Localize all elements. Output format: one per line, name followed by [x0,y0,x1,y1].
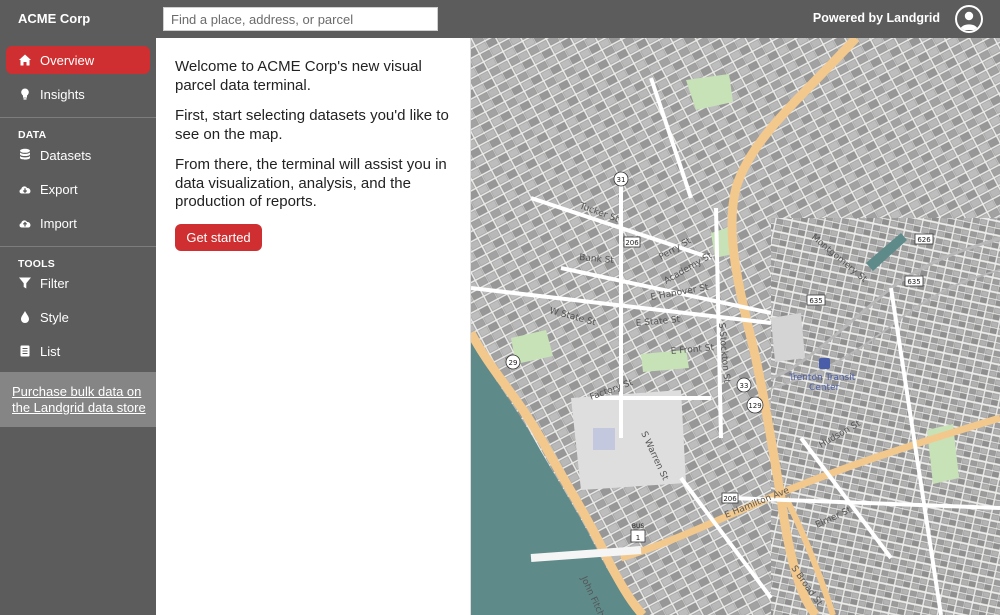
powered-by-label: Powered by Landgrid [812,11,940,25]
route-shield-label: 635 [809,297,822,305]
welcome-text: Welcome to ACME Corp's new visual parcel… [175,58,422,94]
filter-icon [18,276,32,290]
cloud-download-icon [18,182,32,196]
sidebar-divider [0,117,156,118]
sidebar-item-label: Overview [40,52,95,68]
sidebar-item-export[interactable]: Export [6,175,150,203]
droplet-icon [18,310,32,324]
sidebar-item-label: Filter [40,275,69,291]
route-shield-label: 31 [617,176,626,184]
instruction-text: First, start selecting datasets you'd li… [175,107,449,143]
description-text: From there, the terminal will assist you… [175,156,447,210]
purchase-link-line2: the Landgrid data store [12,400,146,415]
sidebar: Overview Insights DATA Datasets Export I… [0,38,156,615]
sidebar-item-label: Export [40,181,78,197]
user-icon [960,11,978,30]
sidebar-item-style[interactable]: Style [6,303,150,331]
sidebar-item-label: Datasets [40,147,92,163]
sidebar-item-label: Style [40,309,69,325]
sidebar-item-label: Insights [40,86,85,102]
sidebar-item-label: List [40,343,61,359]
transit-label: Trenton Transit [788,373,856,383]
overview-panel: Welcome to ACME Corp's new visual parcel… [156,38,471,615]
route-shield-label: 626 [917,236,931,244]
sidebar-divider [0,246,156,247]
search-input[interactable] [163,7,438,31]
cloud-upload-icon [18,216,32,230]
purchase-banner: Purchase bulk data on the Landgrid data … [0,372,156,427]
sidebar-item-import[interactable]: Import [6,209,150,237]
purchase-link[interactable]: Purchase bulk data on the Landgrid data … [12,384,156,416]
route-shield-label: 33 [740,382,749,390]
lot [771,313,805,362]
section-label-data: DATA [18,129,47,141]
home-icon [18,53,32,67]
route-shield-label: 29 [509,359,518,367]
map-canvas: Bank St W State St E State St E Hanover … [471,38,1000,615]
sidebar-item-overview[interactable]: Overview [6,46,150,74]
user-avatar[interactable] [955,5,983,33]
route-shield-label: BUS [632,523,645,530]
lot [593,428,615,450]
route-shield-label: 635 [907,278,920,286]
brand-title: ACME Corp [18,11,91,26]
list-icon [18,344,32,358]
top-bar: ACME Corp Powered by Landgrid [0,0,1000,38]
purchase-link-line1: Purchase bulk data on [12,384,142,399]
database-icon [18,148,32,162]
sidebar-item-insights[interactable]: Insights [6,80,150,108]
sidebar-item-list[interactable]: List [6,337,150,365]
route-shield-label: 206 [625,239,639,247]
route-shield-label: 206 [723,495,737,503]
get-started-button[interactable]: Get started [175,224,262,251]
transit-label: Center [809,383,840,393]
train-icon [819,358,830,369]
map-view[interactable]: Bank St W State St E State St E Hanover … [471,38,1000,615]
route-shield-label: 1 [636,534,640,542]
sidebar-item-datasets[interactable]: Datasets [6,141,150,169]
sidebar-item-filter[interactable]: Filter [6,269,150,297]
parcel-blocks-east [771,218,1000,615]
route-shield-label: 129 [748,402,761,410]
lightbulb-icon [18,87,32,101]
sidebar-item-label: Import [40,215,77,231]
